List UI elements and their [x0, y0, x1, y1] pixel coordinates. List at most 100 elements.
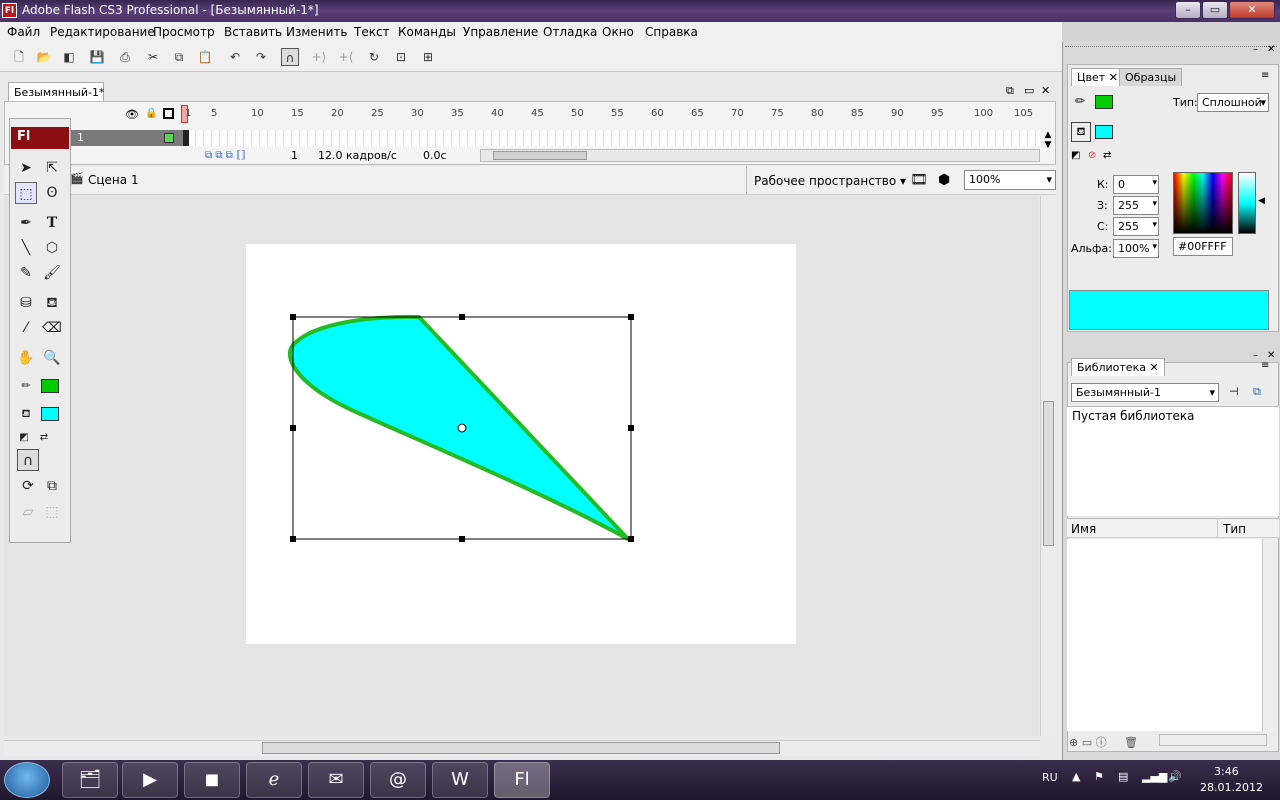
menu-file[interactable]: Файл: [7, 25, 40, 39]
panel-gripper[interactable]: [1065, 46, 1277, 54]
bridge-icon[interactable]: ◧: [60, 48, 78, 66]
open-icon[interactable]: 📂: [35, 48, 53, 66]
save-icon[interactable]: 💾: [88, 48, 106, 66]
snap-magnet-icon[interactable]: ∩: [281, 48, 299, 66]
flash-taskbar-icon[interactable]: Fl: [494, 762, 550, 798]
brightness-slider[interactable]: [1238, 172, 1256, 234]
stroke-color-swatch[interactable]: [41, 379, 59, 393]
tray-expand-icon[interactable]: ▲: [1072, 770, 1080, 783]
language-indicator[interactable]: RU: [1042, 771, 1058, 784]
internet-explorer-icon[interactable]: ℯ: [246, 762, 302, 798]
panel-menu-icon[interactable]: ≡: [1261, 70, 1269, 81]
panel-stroke-swatch[interactable]: [1095, 95, 1113, 109]
outlook-icon[interactable]: ✉: [308, 762, 364, 798]
word-icon[interactable]: W: [432, 762, 488, 798]
stage[interactable]: [246, 244, 796, 644]
column-type[interactable]: Тип: [1223, 522, 1246, 536]
text-tool-icon[interactable]: T: [41, 212, 63, 234]
fill-type-select[interactable]: Сплошной ▾: [1197, 93, 1269, 112]
panel-collapse-icon[interactable]: –: [1253, 44, 1258, 55]
stage-vscroll-thumb[interactable]: [1043, 401, 1054, 546]
redo-icon[interactable]: ↷: [252, 48, 270, 66]
tab-swatches[interactable]: Образцы: [1119, 68, 1183, 86]
undo-icon[interactable]: ↶: [226, 48, 244, 66]
stage-vscroll[interactable]: [1040, 196, 1056, 736]
menu-help[interactable]: Справка: [645, 25, 698, 39]
red-input[interactable]: 0 ▾: [1113, 175, 1159, 194]
action-center-icon[interactable]: ⚑: [1094, 770, 1104, 783]
hex-input[interactable]: #00FFFF: [1173, 237, 1233, 256]
explorer-icon[interactable]: 🗂: [62, 762, 118, 798]
doc-restore-icon[interactable]: ⧉: [1006, 84, 1014, 98]
menu-commands[interactable]: Команды: [398, 25, 456, 39]
pencil-tool-icon[interactable]: ✎: [15, 262, 37, 284]
copy-icon[interactable]: ⧉: [170, 48, 188, 66]
hand-tool-icon[interactable]: ✋: [15, 347, 37, 369]
smooth-icon[interactable]: +⟩: [310, 48, 328, 66]
rotate-icon[interactable]: ↻: [365, 48, 383, 66]
menu-insert[interactable]: Вставить: [224, 25, 282, 39]
column-name[interactable]: Имя: [1071, 522, 1096, 536]
swap-colors-icon[interactable]: ⇄: [1103, 150, 1111, 161]
doc-close-icon[interactable]: ✕: [1041, 84, 1050, 97]
pin-library-icon[interactable]: ⊣: [1229, 385, 1239, 398]
menu-edit[interactable]: Редактирование: [50, 25, 155, 39]
lasso-tool-icon[interactable]: ʘ: [41, 182, 63, 204]
rotate-skew-icon[interactable]: ⟳: [17, 475, 39, 497]
volume-icon[interactable]: 🔊: [1168, 770, 1182, 783]
free-transform-tool-icon[interactable]: ⬚: [15, 182, 37, 204]
minimize-button[interactable]: –: [1175, 1, 1201, 19]
restore-button[interactable]: ▭: [1202, 1, 1228, 19]
fill-color-swatch[interactable]: [41, 407, 59, 421]
align-icon[interactable]: ⊞: [419, 48, 437, 66]
distort-icon[interactable]: ▱: [17, 501, 39, 523]
scale-option-icon[interactable]: ⧉: [41, 475, 63, 497]
timeline-vscroll[interactable]: ▲ ▼: [1042, 130, 1054, 162]
signal-icon[interactable]: ▂▄▆: [1142, 770, 1167, 783]
lock-icon[interactable]: 🔒: [145, 108, 157, 119]
close-button[interactable]: ✕: [1229, 1, 1275, 19]
library-hscroll[interactable]: [1159, 734, 1267, 746]
new-icon[interactable]: 🗋: [10, 48, 28, 66]
cut-icon[interactable]: ✂: [144, 48, 162, 66]
tab-library[interactable]: Библиотека ✕: [1071, 358, 1165, 376]
doc-minimize-icon[interactable]: ▭: [1024, 84, 1034, 97]
media-player-icon[interactable]: ▶: [122, 762, 178, 798]
menu-control[interactable]: Управление: [463, 25, 538, 39]
network-icon[interactable]: ▤: [1118, 770, 1128, 783]
stage-hscroll[interactable]: [4, 740, 1040, 756]
ink-bottle-tool-icon[interactable]: ⛁: [15, 292, 37, 314]
menu-text[interactable]: Текст: [354, 25, 390, 39]
polygon-tool-icon[interactable]: ⬡: [41, 237, 63, 259]
line-tool-icon[interactable]: ╲: [15, 237, 37, 259]
alpha-input[interactable]: 100% ▾: [1113, 239, 1159, 258]
menu-debug[interactable]: Отладка: [543, 25, 597, 39]
clock-time[interactable]: 3:46: [1214, 765, 1239, 778]
layer-color-swatch[interactable]: [164, 133, 174, 143]
eyedropper-tool-icon[interactable]: ⁄: [15, 317, 37, 339]
library-doc-select[interactable]: Безымянный-1 ▾: [1071, 383, 1219, 402]
straighten-icon[interactable]: +⟨: [337, 48, 355, 66]
timeline-hscroll[interactable]: [480, 149, 1040, 162]
library-collapse-icon[interactable]: –: [1253, 350, 1258, 361]
print-icon[interactable]: ⎙: [116, 48, 134, 66]
clock-date[interactable]: 28.01.2012: [1200, 781, 1263, 794]
swap-colors-icon[interactable]: ⇄: [33, 427, 55, 449]
envelope-icon[interactable]: ⬚: [41, 501, 63, 523]
eraser-tool-icon[interactable]: ⌫: [41, 317, 63, 339]
snap-to-objects-icon[interactable]: ∩: [17, 449, 39, 471]
edit-symbol-icon[interactable]: ⬢: [938, 172, 950, 188]
new-library-icon[interactable]: ⧉: [1253, 385, 1261, 399]
zoom-tool-icon[interactable]: 🔍: [41, 347, 63, 369]
transform-point[interactable]: [457, 423, 467, 433]
scale-icon[interactable]: ⊡: [392, 48, 410, 66]
powerpoint-icon[interactable]: ◼: [184, 762, 240, 798]
brush-tool-icon[interactable]: 🖌: [41, 262, 63, 284]
paint-bucket-tool-icon[interactable]: ⛾: [41, 292, 63, 314]
library-vscroll[interactable]: [1262, 539, 1277, 731]
green-input[interactable]: 255 ▾: [1113, 196, 1159, 215]
blue-input[interactable]: 255 ▾: [1113, 217, 1159, 236]
brightness-arrow-icon[interactable]: ◀: [1258, 196, 1265, 206]
library-list[interactable]: [1067, 539, 1262, 731]
timeline-hscroll-thumb[interactable]: [493, 151, 587, 160]
